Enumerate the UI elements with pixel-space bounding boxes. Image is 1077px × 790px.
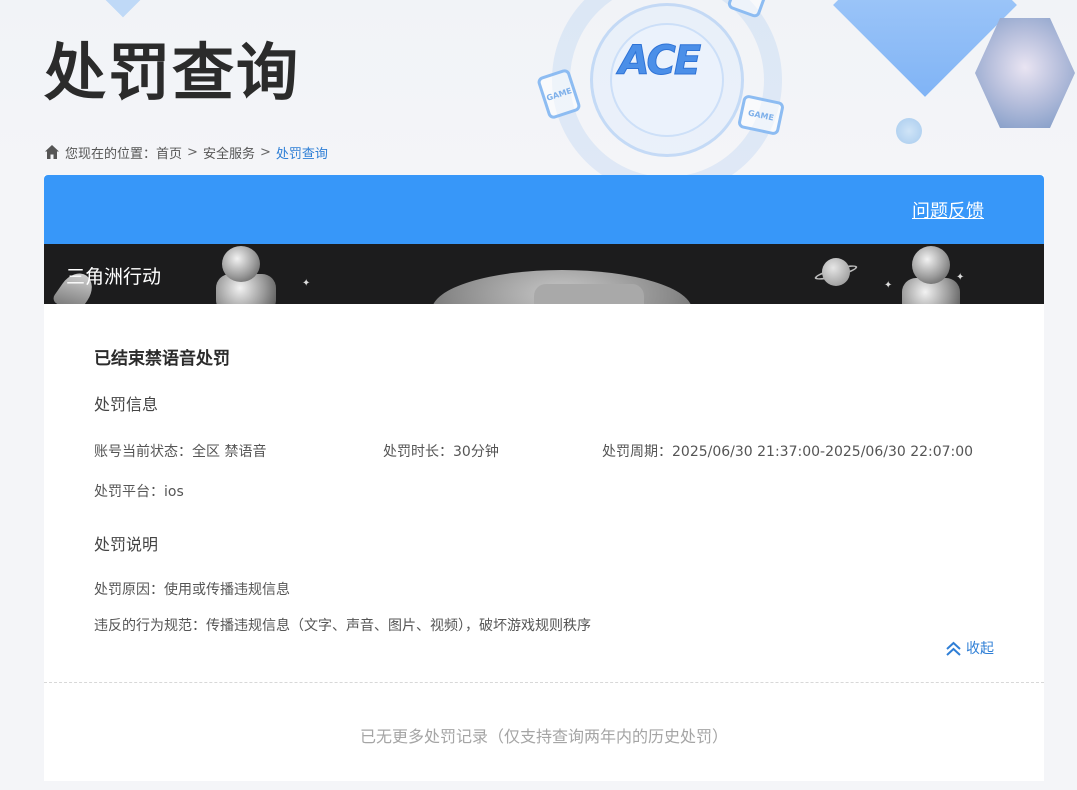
planet-illustration bbox=[822, 258, 850, 286]
breadcrumb-security-service[interactable]: 安全服务 bbox=[203, 143, 255, 162]
breadcrumb-home[interactable]: 首页 bbox=[156, 143, 182, 162]
ace-logo: ACE bbox=[618, 38, 701, 85]
punishment-platform: 处罚平台：ios bbox=[94, 484, 184, 500]
punishment-card: 问题反馈 ✦ ✦ ✦ 三角洲行动 已结束禁语音处罚 处罚信息 账号当前状态：全区… bbox=[44, 175, 1044, 781]
punishment-duration: 处罚时长：30分钟 bbox=[383, 444, 499, 460]
breadcrumb-prefix: 您现在的位置： bbox=[65, 146, 157, 162]
double-chevron-up-icon bbox=[946, 641, 961, 656]
info-section-title: 处罚信息 bbox=[94, 395, 159, 414]
star-decor: ✦ bbox=[884, 280, 893, 291]
feedback-link[interactable]: 问题反馈 bbox=[912, 197, 984, 223]
no-more-records-note: 已无更多处罚记录（仅支持查询两年内的历史处罚） bbox=[359, 727, 728, 746]
star-decor: ✦ bbox=[956, 272, 965, 283]
banner-illustration bbox=[534, 284, 644, 304]
astronaut-illustration bbox=[912, 246, 950, 284]
home-icon bbox=[45, 145, 59, 159]
punishment-reason: 处罚原因：使用或传播违规信息 bbox=[94, 582, 290, 598]
decor-diamond bbox=[104, 0, 142, 18]
info-row: 账号当前状态：全区 禁语音 处罚时长：30分钟 处罚周期：2025/06/30 … bbox=[94, 441, 994, 461]
decor-bubble bbox=[896, 118, 922, 144]
page-title: 处罚查询 bbox=[44, 36, 301, 109]
astronaut-illustration bbox=[222, 246, 260, 282]
game-banner: ✦ ✦ ✦ 三角洲行动 bbox=[44, 244, 1044, 304]
punishment-period: 处罚周期：2025/06/30 21:37:00-2025/06/30 22:0… bbox=[602, 444, 974, 460]
character-avatar-image bbox=[975, 18, 1075, 128]
violated-rule: 违反的行为规范：传播违规信息（文字、声音、图片、视频），破坏游戏规则秩序 bbox=[94, 618, 591, 634]
breadcrumb-separator: > bbox=[259, 144, 271, 160]
collapse-label: 收起 bbox=[966, 641, 994, 657]
breadcrumb-separator: > bbox=[187, 144, 198, 160]
card-header-bar: 问题反馈 bbox=[44, 175, 1044, 244]
game-name: 三角洲行动 bbox=[66, 266, 162, 288]
record-title: 已结束禁语音处罚 bbox=[94, 349, 230, 369]
punishment-record: 已结束禁语音处罚 处罚信息 账号当前状态：全区 禁语音 处罚时长：30分钟 处罚… bbox=[44, 304, 1044, 682]
desc-section-title: 处罚说明 bbox=[94, 535, 159, 554]
account-status: 账号当前状态：全区 禁语音 bbox=[94, 444, 267, 460]
star-decor: ✦ bbox=[302, 278, 311, 289]
breadcrumb: 您现在的位置： 首页 > 安全服务 > 处罚查询 bbox=[44, 142, 328, 162]
collapse-button[interactable]: 收起 bbox=[945, 638, 994, 658]
breadcrumb-current: 处罚查询 bbox=[275, 146, 328, 162]
